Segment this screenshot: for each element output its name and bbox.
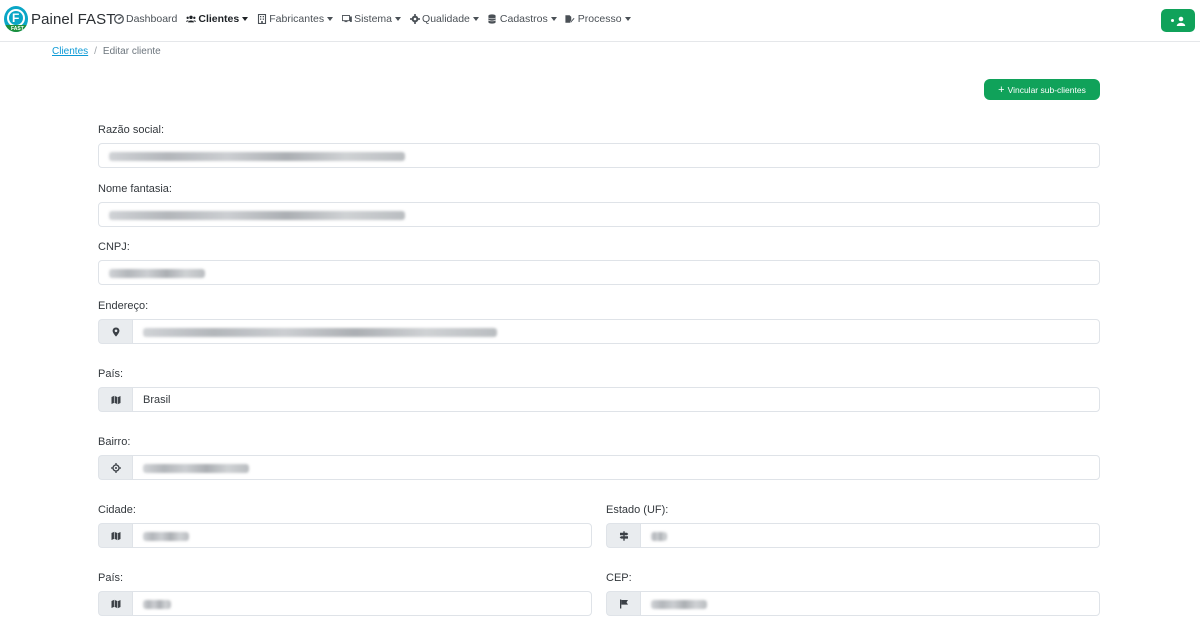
map-pin-icon [98,319,132,344]
plus-icon: + [998,83,1005,96]
razao-social-label: Razão social: [98,124,165,136]
chevron-down-icon [472,17,479,21]
estado-input[interactable] [640,523,1100,548]
map-icon [98,387,132,412]
link-subclients-button[interactable]: + Vincular sub-clientes [984,79,1100,100]
crosshair-icon [98,455,132,480]
chevron-down-icon [395,17,402,21]
file-edit-icon [565,14,576,25]
cidade-label: Cidade: [98,504,136,516]
user-menu-button[interactable] [1161,9,1195,32]
top-navbar: F FAST Painel FAST Dashboard Clientes Fa… [0,0,1200,42]
nome-fantasia-input[interactable] [98,202,1100,227]
chevron-down-icon [327,17,334,21]
nav-dashboard[interactable]: Dashboard [113,13,177,25]
main-nav: Dashboard Clientes Fabricantes Sistema Q… [113,13,639,25]
building-icon [256,14,267,25]
cep-input[interactable] [640,591,1100,616]
database-icon [487,14,498,25]
map-icon [98,591,132,616]
pais2-label: País: [98,572,124,584]
pais2-input[interactable] [132,591,592,616]
users-icon [185,14,196,25]
nav-cadastros[interactable]: Cadastros [487,13,557,25]
brand[interactable]: F FAST Painel FAST [4,6,115,32]
fast-logo-icon: F FAST [4,6,28,32]
breadcrumb-separator: / [94,46,97,57]
pais-value: Brasil [143,394,171,406]
bairro-label: Bairro: [98,436,131,448]
monitor-icon [341,14,352,25]
nav-fabricantes[interactable]: Fabricantes [256,13,334,25]
flag-icon [606,591,640,616]
cidade-input[interactable] [132,523,592,548]
cep-label: CEP: [606,572,632,584]
nav-qualidade-label: Qualidade [422,13,470,25]
cnpj-input[interactable] [98,260,1100,285]
link-subclients-label: Vincular sub-clientes [1007,84,1086,95]
estado-label: Estado (UF): [606,504,669,516]
breadcrumb-current: Editar cliente [102,46,161,57]
nav-cadastros-label: Cadastros [499,13,548,25]
cnpj-label: CNPJ: [98,241,130,253]
nav-dashboard-label: Dashboard [126,13,178,25]
bairro-input[interactable] [132,455,1100,480]
user-icon [1176,16,1185,26]
brand-name: Painel FAST [31,10,116,28]
breadcrumb: Clientes / Editar cliente [52,46,161,57]
map-icon [98,523,132,548]
dot-icon [1170,19,1174,22]
nav-processo-label: Processo [577,13,622,25]
nome-fantasia-label: Nome fantasia: [98,183,172,195]
nav-sistema[interactable]: Sistema [341,13,402,25]
signpost-icon [606,523,640,548]
nav-processo[interactable]: Processo [565,13,631,25]
chevron-down-icon [242,17,249,21]
nav-sistema-label: Sistema [354,13,393,25]
chevron-down-icon [624,17,631,21]
endereco-label: Endereço: [98,300,149,312]
nav-qualidade[interactable]: Qualidade [409,13,479,25]
breadcrumb-clientes-link[interactable]: Clientes [52,46,88,57]
gauge-icon [113,14,124,25]
pais-input[interactable]: Brasil [132,387,1100,412]
nav-clientes-label: Clientes [198,13,240,25]
gear-icon [409,14,420,25]
endereco-input[interactable] [132,319,1100,344]
chevron-down-icon [550,17,557,21]
pais-label: País: [98,368,124,380]
razao-social-input[interactable] [98,143,1100,168]
nav-clientes[interactable]: Clientes [185,13,249,25]
nav-fabricantes-label: Fabricantes [269,13,325,25]
